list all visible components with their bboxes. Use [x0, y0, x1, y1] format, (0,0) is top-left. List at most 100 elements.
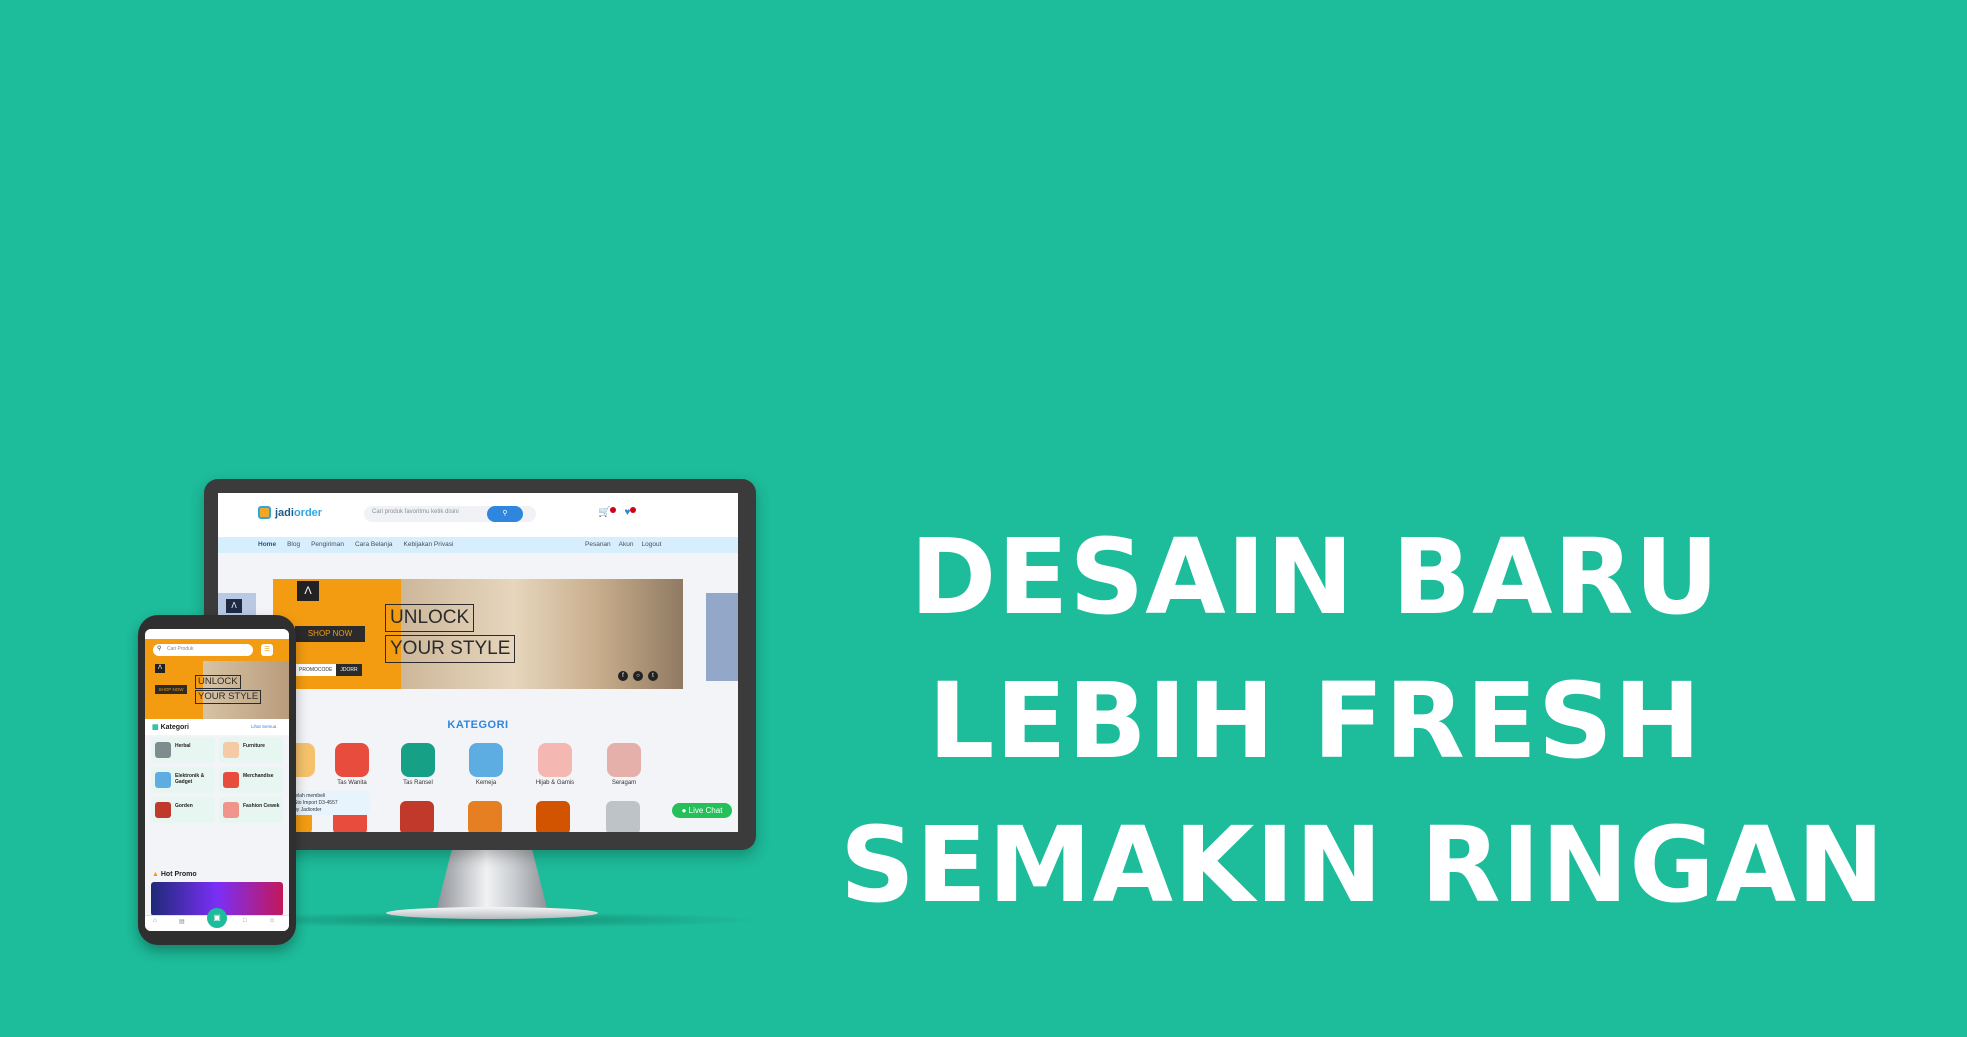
category-item[interactable]: Hijab & Gamis — [527, 743, 583, 786]
grid-icon: ▦ — [152, 724, 161, 731]
bottom-tab-bar: ⌂ ▤ ▣ □ ☺ — [145, 908, 289, 931]
brand-mark-icon: Λ — [297, 581, 319, 601]
mobile-category-card[interactable]: Elektronik & Gadget — [151, 767, 215, 793]
shop-now-button[interactable]: SHOP NOW — [295, 626, 365, 642]
category-icon[interactable] — [606, 801, 640, 832]
herbal-icon — [155, 742, 171, 758]
banner-line-2: YOUR STYLE — [385, 635, 516, 663]
chat-icon: ● — [681, 806, 689, 815]
mobile-kategori-title: ▦ Kategori — [152, 723, 189, 731]
category-item[interactable]: Tas Wanita — [324, 743, 380, 786]
nav-akun[interactable]: Akun — [619, 541, 634, 548]
banner-line-1: UNLOCK — [385, 604, 475, 632]
orders-tab-icon[interactable]: ▤ — [179, 918, 185, 925]
category-label: Hijab & Gamis — [535, 780, 575, 786]
category-label: Tas Wanita — [337, 780, 367, 786]
mobile-banner[interactable]: Λ SHOP NOW UNLOCK YOUR STYLE — [145, 661, 289, 719]
twitter-icon[interactable]: t — [648, 671, 658, 681]
wishlist-heart-icon[interactable]: ♥ — [624, 507, 637, 518]
category-label: Kemeja — [475, 780, 497, 786]
category-item[interactable]: Tas Ransel — [390, 743, 446, 786]
category-label: Gorden — [175, 803, 193, 809]
header-icons: 🛒 ♥ — [598, 507, 637, 518]
logo-prefix: jadi — [275, 506, 294, 519]
site-nav: Home Blog Pengiriman Cara Belanja Kebija… — [218, 537, 738, 553]
carousel-next-slide[interactable] — [706, 593, 738, 681]
nav-logout[interactable]: Logout — [642, 541, 662, 548]
mobile-header: ⚲ Cari Produk ☰ — [145, 639, 289, 661]
logo-suffix: order — [293, 506, 323, 519]
nav-pengiriman[interactable]: Pengiriman — [311, 541, 344, 548]
hero-banner[interactable]: Λ SHOP NOW PROMOCODE JDORR UNLOCK YOUR S… — [273, 579, 683, 689]
toast-line-3: by Jadiorder — [294, 807, 322, 813]
profile-tab-icon[interactable]: ☺ — [269, 918, 275, 924]
category-item[interactable]: Seragam — [596, 743, 652, 786]
category-label: Elektronik & Gadget — [175, 773, 205, 785]
banner-headline: UNLOCK YOUR STYLE — [385, 604, 516, 666]
mobile-shop-now-button[interactable]: SHOP NOW — [155, 685, 187, 694]
search-icon: ⚲ — [502, 510, 508, 517]
social-links: f ○ t — [618, 671, 658, 681]
cart-badge — [610, 507, 617, 513]
search-button[interactable]: ⚲ — [487, 506, 523, 522]
hot-promo-label: Hot Promo — [160, 871, 197, 878]
headline-line-1: DESAIN BARU — [910, 516, 1720, 638]
nav-pesanan[interactable]: Pesanan — [585, 541, 611, 548]
curtain-icon — [155, 802, 171, 818]
mobile-category-card[interactable]: Fashion Cewek — [219, 797, 283, 823]
message-icon[interactable]: ☰ — [261, 644, 273, 656]
mobile-category-card[interactable]: Furniture — [219, 737, 283, 763]
live-chat-button[interactable]: ● Live Chat — [672, 803, 732, 818]
category-label: Seragam — [611, 780, 637, 786]
hot-promo-title: ▲ Hot Promo — [152, 871, 197, 878]
search-placeholder: Cari produk favoritmu ketik disini — [372, 509, 459, 515]
category-item[interactable]: Kemeja — [458, 743, 514, 786]
curtain-icon[interactable] — [400, 801, 434, 832]
headline: DESAIN BARU LEBIH FRESH SEMAKIN RINGAN — [840, 505, 1884, 937]
transaction-tab-icon[interactable]: □ — [243, 918, 247, 924]
mobile-phone: ⚲ Cari Produk ☰ Λ SHOP NOW UNLOCK YOUR S… — [138, 615, 296, 945]
category-icon[interactable] — [536, 801, 570, 832]
tshirt-icon[interactable] — [468, 801, 502, 832]
promocode-label: PROMOCODE — [295, 664, 337, 676]
mobile-banner-headline: UNLOCK YOUR STYLE — [195, 675, 262, 705]
mobile-screen: ⚲ Cari Produk ☰ Λ SHOP NOW UNLOCK YOUR S… — [145, 629, 289, 931]
mobile-banner-line-1: UNLOCK — [195, 675, 241, 689]
wishlist-badge — [630, 507, 637, 513]
uniform-icon — [607, 743, 641, 777]
mobile-category-card[interactable]: Gorden — [151, 797, 215, 823]
category-label: Fashion Cewek — [243, 803, 280, 809]
instagram-icon[interactable]: ○ — [633, 671, 643, 681]
desktop-screen: jadiorder Cari produk favoritmu ketik di… — [218, 493, 738, 832]
nav-kebijakan-privasi[interactable]: Kebijakan Privasi — [404, 541, 454, 548]
nav-home[interactable]: Home — [258, 541, 276, 548]
status-bar — [145, 629, 289, 639]
mobile-search-input[interactable]: ⚲ Cari Produk — [153, 644, 253, 656]
mobile-category-card[interactable]: Herbal — [151, 737, 215, 763]
category-label: Herbal — [175, 743, 191, 749]
nav-blog[interactable]: Blog — [287, 541, 300, 548]
scan-tab-icon[interactable]: ▣ — [207, 908, 227, 928]
toast-line-1: telah membeli — [294, 793, 326, 799]
search-input[interactable]: Cari produk favoritmu ketik disini ⚲ — [364, 506, 536, 522]
home-tab-icon[interactable]: ⌂ — [153, 918, 157, 924]
logo-icon — [258, 506, 271, 519]
lihat-semua-link[interactable]: Lihat Semua — [251, 724, 276, 729]
furniture-icon — [223, 742, 239, 758]
kategori-title: KATEGORI — [447, 719, 509, 731]
mobile-kategori-label: Kategori — [160, 724, 189, 731]
cart-icon[interactable]: 🛒 — [598, 507, 617, 518]
promocode-value: JDORR — [336, 664, 362, 676]
mobile-category-card[interactable]: Merchandise — [219, 767, 283, 793]
facebook-icon[interactable]: f — [618, 671, 628, 681]
site-logo[interactable]: jadiorder — [258, 506, 322, 519]
shirt-icon — [469, 743, 503, 777]
promocode: PROMOCODE JDORR — [295, 664, 362, 676]
category-label: Furniture — [243, 743, 265, 749]
nav-cara-belanja[interactable]: Cara Belanja — [355, 541, 393, 548]
purchase-toast: telah membeli Sto Import D3-4557 by Jadi… — [290, 791, 370, 815]
category-label: Tas Ransel — [403, 780, 433, 786]
brand-mark-icon: Λ — [155, 664, 165, 673]
handbag-icon — [335, 743, 369, 777]
fire-icon: ▲ — [152, 871, 161, 878]
